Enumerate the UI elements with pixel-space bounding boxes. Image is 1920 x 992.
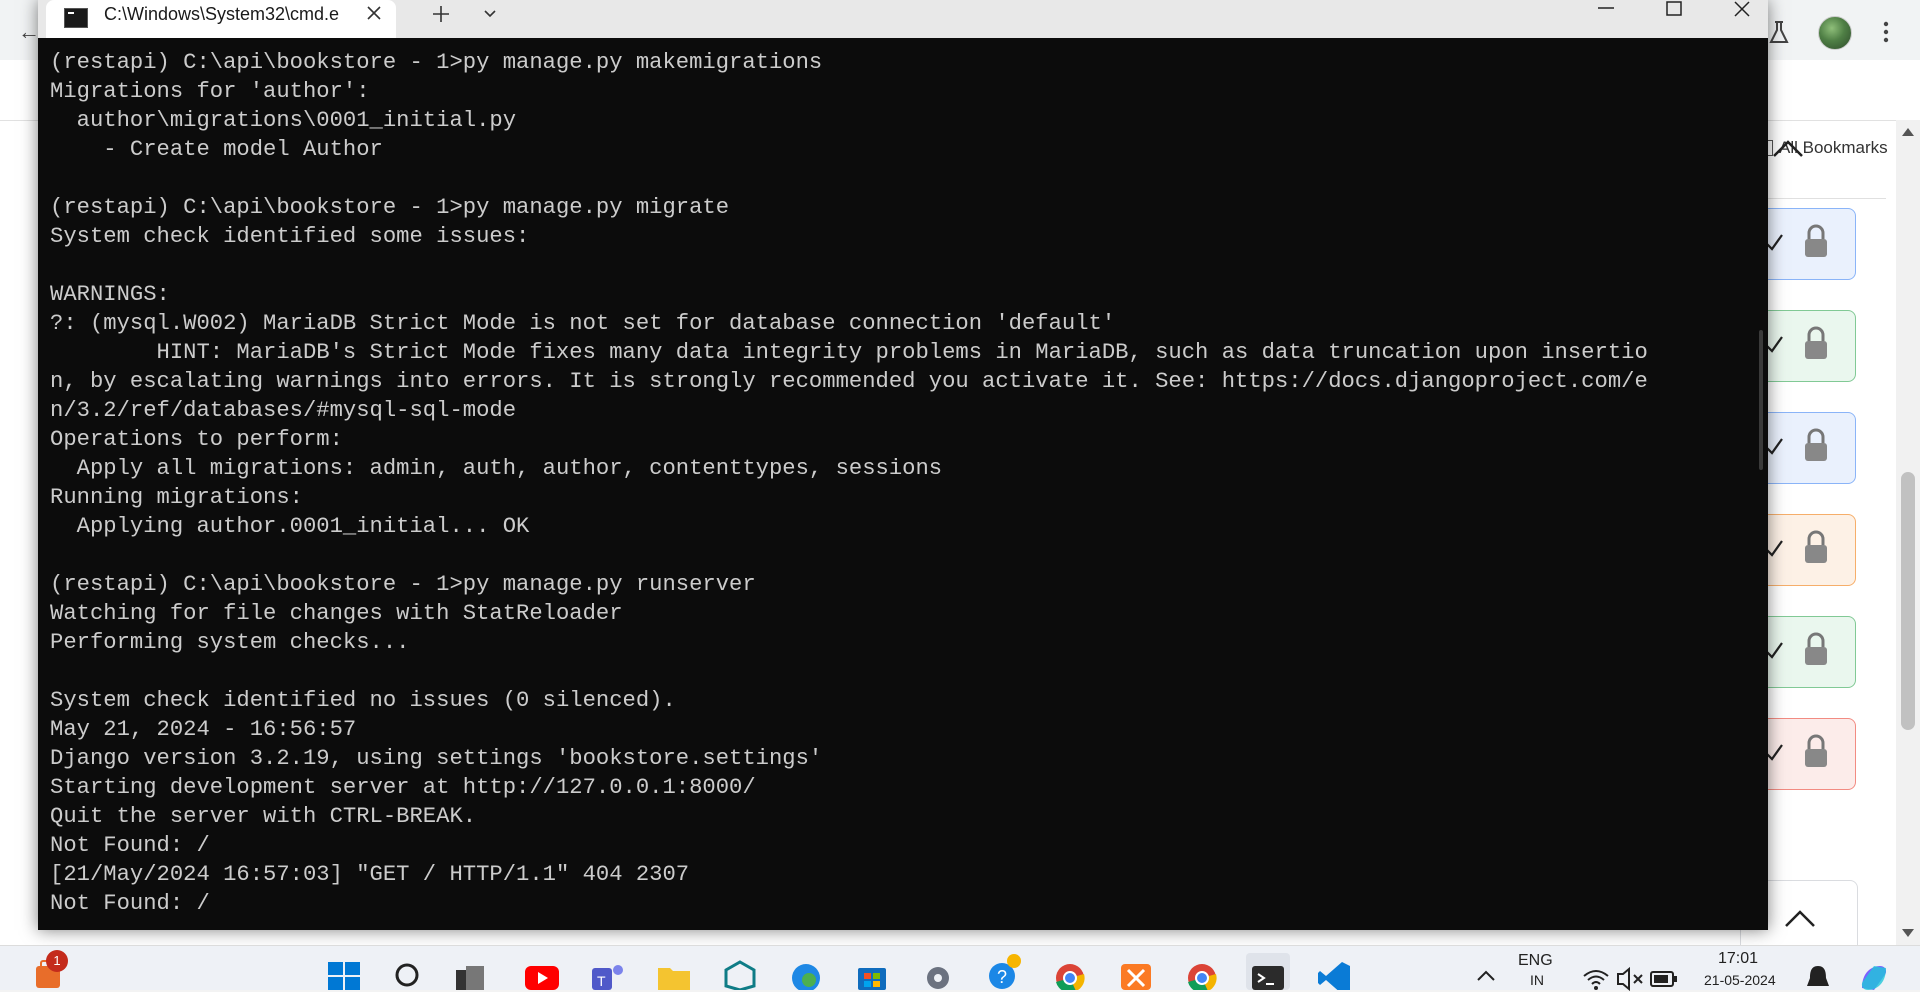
vscode-icon[interactable] <box>1316 960 1352 990</box>
scroll-up-arrow-icon[interactable] <box>1902 128 1914 136</box>
help-icon[interactable]: ? <box>986 952 1022 990</box>
windows-start-icon[interactable] <box>326 960 362 990</box>
svg-text:?: ? <box>997 967 1007 987</box>
divider <box>1766 198 1886 199</box>
terminal-icon[interactable] <box>1250 960 1286 990</box>
battery-icon[interactable] <box>1646 962 1682 992</box>
minimize-icon[interactable] <box>1588 0 1624 24</box>
copilot-icon[interactable] <box>1856 962 1892 992</box>
clock-time[interactable]: 17:01 <box>1718 950 1758 968</box>
lock-icon[interactable] <box>1801 325 1831 365</box>
terminal-window[interactable]: C:\Windows\System32\cmd.e (restapi) C:\a… <box>38 0 1768 930</box>
terminal-line: Not Found: / <box>50 833 210 858</box>
terminal-line: Operations to perform: <box>50 427 343 452</box>
search-icon[interactable] <box>390 960 426 990</box>
terminal-line: Apply all migrations: admin, auth, autho… <box>50 456 943 481</box>
youtube-icon[interactable] <box>524 960 560 990</box>
terminal-line: ?: (mysql.W002) MariaDB Strict Mode is n… <box>50 311 1116 336</box>
new-tab-plus-icon[interactable] <box>430 3 452 25</box>
terminal-line: Starting development server at http://12… <box>50 775 756 800</box>
page-scrollbar[interactable] <box>1896 120 1920 945</box>
labs-flask-icon[interactable] <box>1764 18 1794 48</box>
terminal-tab[interactable]: C:\Windows\System32\cmd.e <box>46 0 396 38</box>
terminal-scrollbar[interactable] <box>1756 40 1766 930</box>
close-window-icon[interactable] <box>1724 0 1760 24</box>
xampp-icon[interactable] <box>1118 960 1154 990</box>
terminal-line: Migrations for 'author': <box>50 79 370 104</box>
notification-bell-icon[interactable] <box>1800 962 1836 992</box>
terminal-line: System check identified some issues: <box>50 224 530 249</box>
terminal-titlebar: C:\Windows\System32\cmd.e <box>38 0 1768 38</box>
more-menu-icon[interactable] <box>1876 16 1896 48</box>
clock-date[interactable]: 21-05-2024 <box>1704 972 1776 988</box>
terminal-line: [21/May/2024 16:57:03] "GET / HTTP/1.1" … <box>50 862 690 887</box>
cmd-icon <box>64 8 88 28</box>
terminal-line: Watching for file changes with StatReloa… <box>50 601 623 626</box>
profile-avatar[interactable] <box>1818 16 1852 50</box>
terminal-line: Django version 3.2.19, using settings 'b… <box>50 746 823 771</box>
svg-text:T: T <box>597 973 606 989</box>
edge-icon[interactable] <box>788 960 824 990</box>
notification-badge: 1 <box>46 950 68 972</box>
lock-icon[interactable] <box>1801 529 1831 569</box>
scrollbar-thumb[interactable] <box>1901 472 1915 730</box>
lock-icon[interactable] <box>1801 427 1831 467</box>
terminal-line: Applying author.0001_initial... OK <box>50 514 530 539</box>
task-view-icon[interactable] <box>452 960 488 990</box>
close-tab-icon[interactable] <box>364 3 384 23</box>
terminal-output[interactable]: (restapi) C:\api\bookstore - 1>py manage… <box>50 48 1750 928</box>
terminal-scrollbar-thumb[interactable] <box>1759 330 1763 470</box>
language-region: IN <box>1530 972 1544 988</box>
scroll-top-chevron-up-icon[interactable] <box>1780 904 1820 934</box>
terminal-line: Running migrations: <box>50 485 303 510</box>
terminal-line: WARNINGS: <box>50 282 170 307</box>
teams-icon[interactable]: T <box>590 960 626 990</box>
microsoft-store-icon[interactable] <box>854 960 890 990</box>
chrome-profile-icon[interactable] <box>1184 960 1220 990</box>
terminal-line: Not Found: / <box>50 891 210 916</box>
terminal-line: author\migrations\0001_initial.py <box>50 108 517 133</box>
terminal-line: System check identified no issues (0 sil… <box>50 688 676 713</box>
terminal-line: (restapi) C:\api\bookstore - 1>py manage… <box>50 50 823 75</box>
maximize-icon[interactable] <box>1656 0 1692 24</box>
terminal-line: HINT: MariaDB's Strict Mode fixes many d… <box>50 340 1648 365</box>
terminal-line: Performing system checks... <box>50 630 410 655</box>
chevron-up-tray-icon[interactable] <box>1468 962 1504 992</box>
terminal-line: (restapi) C:\api\bookstore - 1>py manage… <box>50 572 756 597</box>
collapse-chevron-up-icon[interactable] <box>1768 134 1808 164</box>
lock-icon[interactable] <box>1801 733 1831 773</box>
terminal-line: - Create model Author <box>50 137 383 162</box>
terminal-line: n/3.2/ref/databases/#mysql-sql-mode <box>50 398 517 423</box>
terminal-line: (restapi) C:\api\bookstore - 1>py manage… <box>50 195 730 220</box>
taskbar: 1 T ? ENG IN 17:01 21-05-2024 <box>0 945 1920 992</box>
terminal-line: Quit the server with CTRL-BREAK. <box>50 804 477 829</box>
network-app-icon[interactable] <box>722 960 758 990</box>
chrome-icon[interactable] <box>1052 960 1088 990</box>
settings-gear-icon[interactable] <box>920 960 956 990</box>
file-explorer-icon[interactable] <box>656 960 692 990</box>
language-indicator[interactable]: ENG <box>1518 952 1553 970</box>
scroll-down-arrow-icon[interactable] <box>1902 929 1914 937</box>
terminal-line: n, by escalating warnings into errors. I… <box>50 369 1648 394</box>
wifi-icon[interactable] <box>1578 962 1614 992</box>
lock-icon[interactable] <box>1801 631 1831 671</box>
chevron-down-icon[interactable] <box>482 6 498 22</box>
terminal-line: May 21, 2024 - 16:56:57 <box>50 717 357 742</box>
lock-icon[interactable] <box>1801 223 1831 263</box>
tab-title: C:\Windows\System32\cmd.e <box>104 4 340 24</box>
volume-muted-icon[interactable] <box>1612 962 1648 992</box>
